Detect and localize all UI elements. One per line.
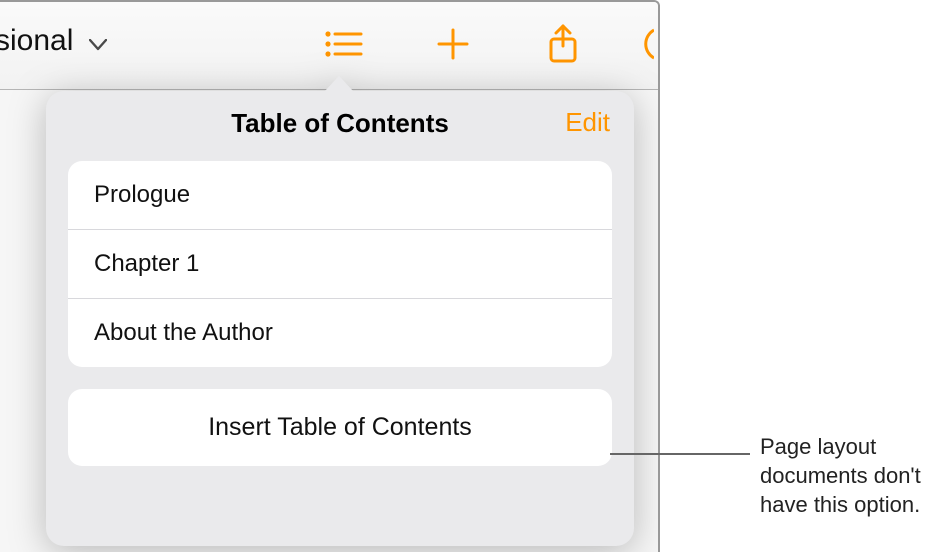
insert-toc-label: Insert Table of Contents bbox=[208, 413, 472, 441]
chevron-down-icon bbox=[89, 39, 107, 49]
edit-button[interactable]: Edit bbox=[565, 107, 610, 138]
toc-item-prologue[interactable]: Prologue bbox=[68, 161, 612, 230]
popover-title: Table of Contents bbox=[231, 108, 449, 139]
circle-icon bbox=[618, 26, 654, 67]
toc-popover: Table of Contents Edit Prologue Chapter … bbox=[46, 76, 634, 546]
toc-item-about-author[interactable]: About the Author bbox=[68, 299, 612, 367]
toc-list: Prologue Chapter 1 About the Author bbox=[68, 161, 612, 367]
toc-item-label: Prologue bbox=[94, 181, 190, 208]
popover-header: Table of Contents Edit bbox=[46, 91, 634, 155]
insert-toc-button[interactable]: Insert Table of Contents bbox=[68, 389, 612, 466]
toc-item-chapter1[interactable]: Chapter 1 bbox=[68, 230, 612, 299]
toc-item-label: Chapter 1 bbox=[94, 250, 199, 277]
paragraph-style-select[interactable]: ssional bbox=[0, 24, 107, 58]
share-icon bbox=[547, 24, 579, 69]
callout-text: Page layout documents don't have this op… bbox=[760, 432, 940, 519]
app-window: ssional bbox=[0, 0, 660, 552]
toc-item-label: About the Author bbox=[94, 319, 273, 346]
plus-icon bbox=[436, 27, 470, 66]
callout-leader-line bbox=[610, 453, 750, 455]
paragraph-style-label: ssional bbox=[0, 24, 73, 58]
list-icon bbox=[323, 29, 363, 64]
popover-arrow bbox=[324, 76, 354, 92]
